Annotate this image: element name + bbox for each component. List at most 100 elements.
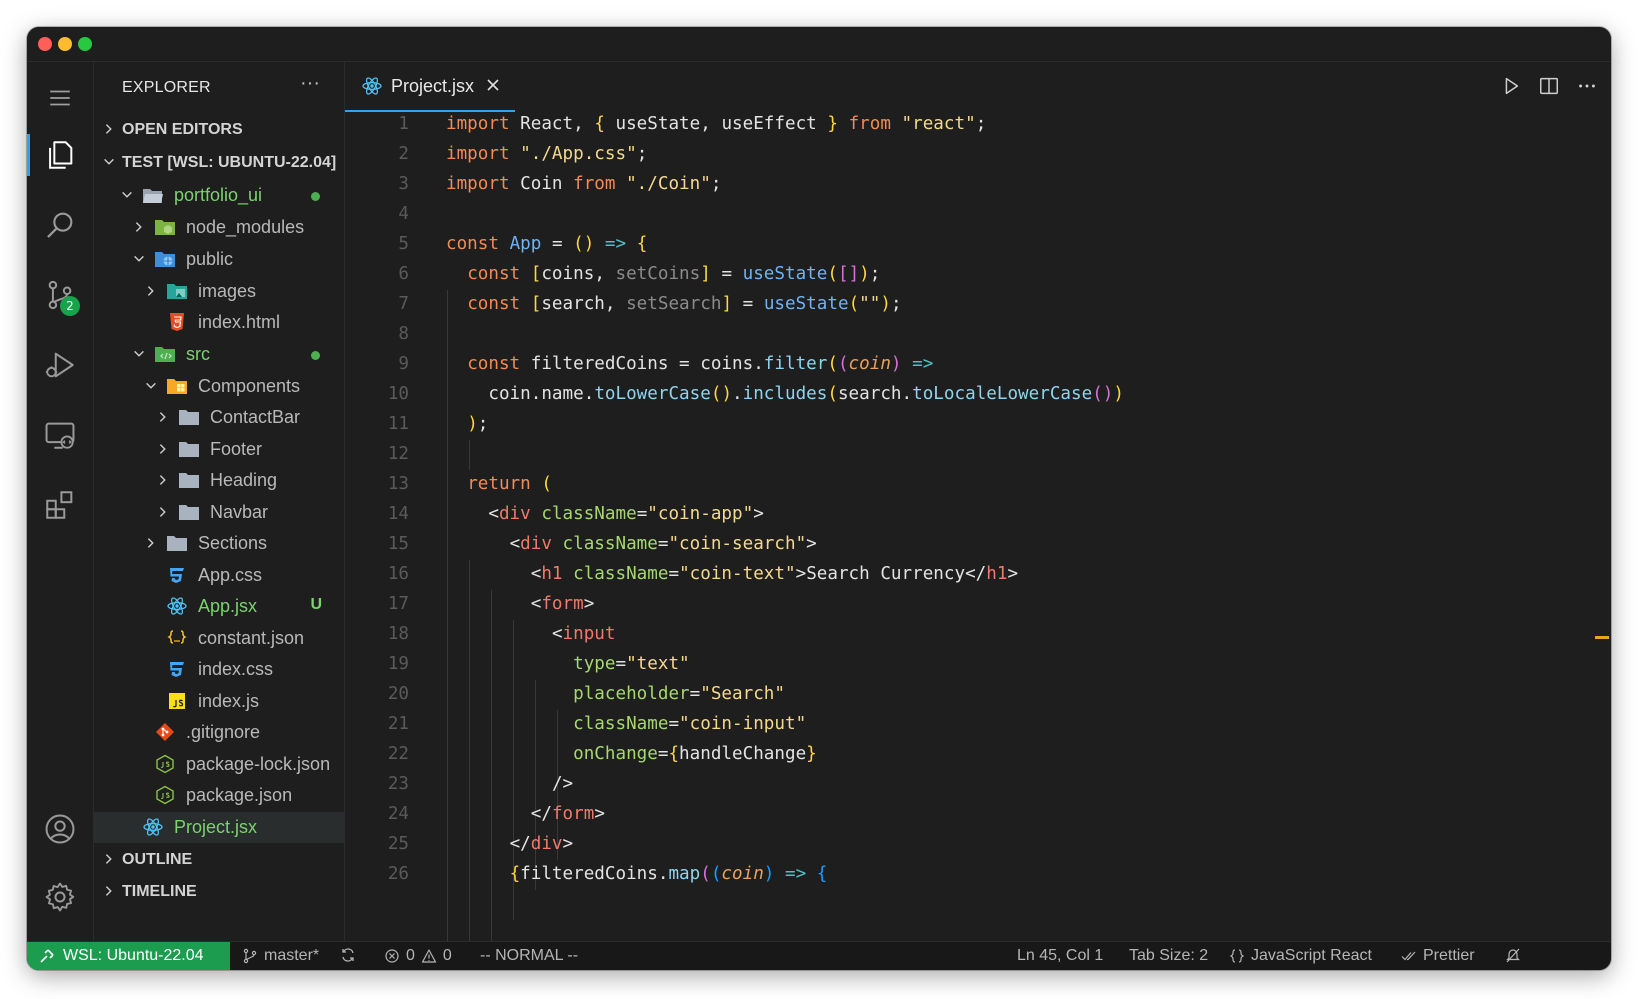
bell-muted-icon: [1506, 948, 1520, 963]
tree-item-label: src: [186, 344, 210, 364]
explorer-more-actions[interactable]: ···: [300, 72, 320, 95]
tree-item-footer[interactable]: Footer: [94, 434, 344, 465]
run-debug-icon[interactable]: [27, 336, 93, 394]
tree-item-sections[interactable]: Sections: [94, 528, 344, 559]
explorer-header: EXPLORER ···: [94, 62, 344, 112]
open-editors-section[interactable]: OPEN EDITORS: [94, 115, 344, 145]
cursor-position[interactable]: Ln 45, Col 1: [1017, 947, 1103, 965]
images-folder-icon: [167, 284, 187, 299]
vscode-window: 2 EXPLORER ··· OPEN EDITORS TEST [WSL: U…: [27, 27, 1611, 970]
problems-status[interactable]: 0 0: [384, 947, 452, 965]
tree-item-index-html[interactable]: index.html: [94, 307, 344, 338]
line-number: 20: [387, 684, 409, 704]
account-icon[interactable]: [27, 800, 93, 858]
html-file-icon: [170, 313, 184, 331]
tree-item-node-modules[interactable]: node_modules: [94, 212, 344, 243]
code-text: return (: [467, 474, 552, 494]
prettier-label: Prettier: [1423, 947, 1475, 964]
vim-mode-label: -- NORMAL --: [480, 947, 579, 964]
tree-item-components[interactable]: Components: [94, 371, 344, 402]
tree-item-package-lock-json[interactable]: package-lock.json: [94, 749, 344, 780]
explorer-title: EXPLORER: [122, 79, 211, 96]
line-number: 5: [398, 234, 409, 254]
tab-project-jsx[interactable]: Project.jsx: [345, 62, 515, 112]
notifications-button[interactable]: [1505, 947, 1521, 963]
line-number: 4: [398, 204, 409, 224]
language-mode[interactable]: JavaScript React: [1229, 947, 1372, 965]
language-label: JavaScript React: [1251, 947, 1372, 964]
code-text: <div className="coin-search">: [509, 534, 817, 554]
menu-icon[interactable]: [27, 76, 93, 120]
extensions-icon[interactable]: [27, 476, 93, 534]
split-editor-icon[interactable]: [1537, 74, 1561, 98]
prettier-status[interactable]: Prettier: [1401, 947, 1475, 965]
tree-item-package-json[interactable]: package.json: [94, 780, 344, 811]
more-actions-icon[interactable]: [1575, 74, 1599, 98]
search-icon[interactable]: [27, 196, 93, 254]
react-file-icon: [167, 597, 187, 615]
close-window-button[interactable]: [38, 37, 52, 51]
tree-item-project-jsx[interactable]: Project.jsx: [94, 812, 344, 843]
tree-item-public[interactable]: public: [94, 244, 344, 275]
tree-item-images[interactable]: images: [94, 276, 344, 307]
error-icon: [385, 949, 399, 963]
tree-item-label: Components: [198, 376, 301, 396]
remote-explorer-icon[interactable]: [27, 406, 93, 464]
run-icon[interactable]: [1499, 74, 1523, 98]
code-text: import "./App.css";: [446, 144, 648, 164]
code-text: const filteredCoins = coins.filter((coin…: [467, 354, 934, 374]
maximize-window-button[interactable]: [78, 37, 92, 51]
tree-item-src[interactable]: src: [94, 339, 344, 370]
outline-section[interactable]: OUTLINE: [94, 845, 344, 875]
tree-item-portfolio-ui[interactable]: portfolio_ui: [94, 180, 344, 211]
tree-item-label: index.js: [198, 691, 260, 711]
chevron-right-icon: [105, 886, 112, 896]
code-text: const App = () => {: [446, 234, 648, 254]
chevron-right-icon: [147, 538, 154, 548]
code-line: 15 <div className="coin-search">: [345, 530, 1611, 560]
editor-toolbar: [1499, 74, 1599, 98]
source-control-icon[interactable]: 2: [27, 266, 93, 324]
settings-gear-icon[interactable]: [27, 868, 93, 926]
tree-item-app-css[interactable]: App.css: [94, 560, 344, 591]
tree-item-app-jsx[interactable]: App.jsx U: [94, 591, 344, 622]
tree-item-index-js[interactable]: index.js: [94, 686, 344, 717]
code-text: type="text": [573, 654, 690, 674]
line-number: 21: [387, 714, 409, 734]
tree-item-constant-json[interactable]: constant.json: [94, 623, 344, 654]
remote-indicator[interactable]: WSL: Ubuntu-22.04: [27, 942, 230, 970]
folder-icon: [167, 536, 187, 551]
code-text: coin.name.toLowerCase().includes(search.…: [488, 384, 1124, 404]
tree-item-heading[interactable]: Heading: [94, 465, 344, 496]
chevron-right-icon: [135, 222, 142, 232]
tree-item-gitignore[interactable]: .gitignore: [94, 717, 344, 748]
workspace-section[interactable]: TEST [WSL: UBUNTU-22.04]: [94, 148, 344, 178]
line-number: 26: [387, 864, 409, 884]
branch-icon: [243, 948, 257, 964]
tree-item-navbar[interactable]: Navbar: [94, 497, 344, 528]
code-line: 12: [345, 440, 1611, 470]
folder-open-icon: [143, 189, 163, 203]
line-number: 17: [387, 594, 409, 614]
explorer-icon[interactable]: [27, 126, 93, 184]
timeline-section[interactable]: TIMELINE: [94, 877, 344, 907]
code-text: <form>: [530, 594, 595, 614]
editor-area: Project.jsx 1 import React, {useState, …: [345, 62, 1611, 942]
code-text: <div className="coin-app">: [488, 504, 764, 524]
close-icon[interactable]: [485, 77, 501, 93]
code-text: );: [467, 414, 489, 434]
status-bar: WSL: Ubuntu-22.04 master* 0 0 -- NORMAL …: [27, 941, 1611, 970]
sync-button[interactable]: [340, 947, 356, 963]
minimize-window-button[interactable]: [58, 37, 72, 51]
warnings-count: 0: [442, 947, 452, 964]
tree-item-contactbar[interactable]: ContactBar: [94, 402, 344, 433]
tree-item-label: package-lock.json: [186, 754, 331, 774]
chevron-right-icon: [105, 124, 112, 134]
tree-item-index-css[interactable]: index.css: [94, 654, 344, 685]
code-editor[interactable]: 1 import React, { useState, useEffect } …: [345, 110, 1611, 942]
code-text: <input: [551, 624, 616, 644]
branch-status[interactable]: master*: [242, 947, 319, 965]
code-line: 26 {filteredCoins.map((coin) => {: [345, 860, 1611, 890]
tab-size[interactable]: Tab Size: 2: [1129, 947, 1208, 965]
code-text: </div>: [509, 834, 574, 854]
